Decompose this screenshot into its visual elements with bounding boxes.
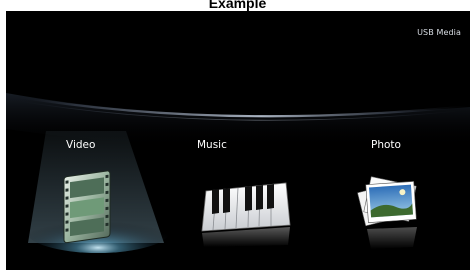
menu-item-music[interactable]: Music — [186, 129, 316, 264]
image-caption: Example — [208, 0, 267, 11]
menu-item-video[interactable]: Video — [36, 129, 166, 264]
page: Example USB Media Video Music Photo — [0, 0, 475, 274]
media-menu-screen: USB Media Video Music Photo — [6, 11, 470, 270]
menu-label-video: Video — [66, 139, 96, 151]
film-strip-icon — [63, 170, 111, 244]
menu-item-photo[interactable]: Photo — [331, 129, 461, 264]
menu-label-music: Music — [197, 139, 227, 151]
menu-label-photo: Photo — [371, 139, 401, 151]
usb-media-label: USB Media — [417, 28, 461, 37]
